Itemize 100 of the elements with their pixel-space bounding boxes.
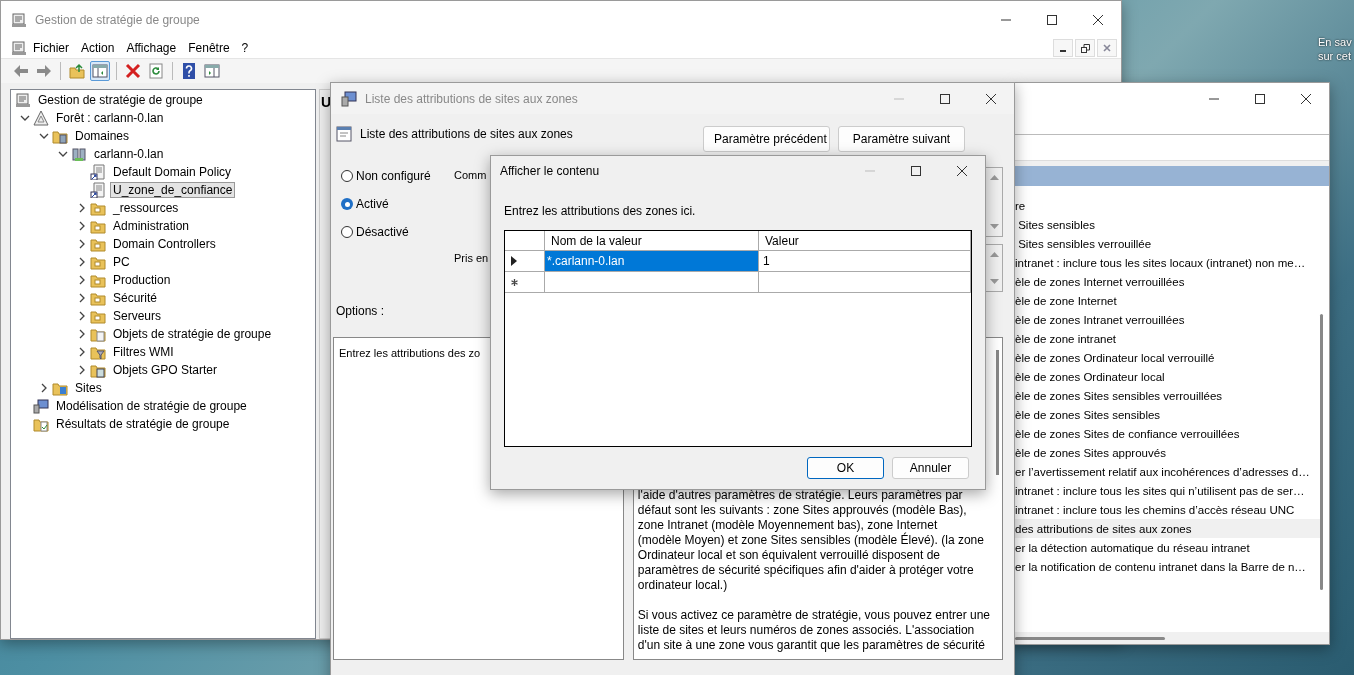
- scroll-up-icon[interactable]: [989, 174, 999, 180]
- cancel-button[interactable]: Annuler: [892, 457, 969, 479]
- scroll-icon: [11, 11, 27, 28]
- menu-item[interactable]: Fenêtre: [182, 41, 236, 55]
- policy-setting[interactable]: er l’avertissement relatif aux incohérences d’adresses d…: [1015, 462, 1321, 481]
- policy-setting[interactable]: re: [1015, 196, 1321, 215]
- chevron-right-icon[interactable]: [77, 221, 87, 231]
- policy-setting[interactable]: èle de zones Internet verrouillées: [1015, 272, 1321, 291]
- policy-setting[interactable]: èle de zones Sites sensibles: [1015, 405, 1321, 424]
- tree-item[interactable]: Objets GPO Starter: [110, 362, 221, 378]
- minimize-button[interactable]: [1053, 39, 1073, 57]
- chevron-right-icon[interactable]: [77, 239, 87, 249]
- folder-icon: [33, 416, 49, 432]
- scroll-icon[interactable]: [11, 40, 27, 56]
- tree-item[interactable]: Domaines: [72, 128, 133, 144]
- menu-item[interactable]: ?: [235, 41, 255, 55]
- tree-item[interactable]: Résultats de stratégie de groupe: [53, 416, 233, 432]
- chevron-down-icon[interactable]: [58, 149, 68, 159]
- table-cell[interactable]: [545, 272, 759, 293]
- chevron-right-icon[interactable]: [39, 383, 49, 393]
- radio-button[interactable]: [341, 170, 353, 182]
- back-arrow-icon: [13, 63, 29, 79]
- policy-setting[interactable]: èle de zones Sites sensibles verrouillées: [1015, 386, 1321, 405]
- tree-item[interactable]: Filtres WMI: [110, 344, 177, 360]
- folder-up-button[interactable]: [67, 61, 87, 81]
- tree-item[interactable]: Sécurité: [110, 290, 161, 306]
- scroll-up-icon[interactable]: [989, 251, 999, 257]
- policy-setting[interactable]: èle de zones Ordinateur local: [1015, 367, 1321, 386]
- ok-button[interactable]: OK: [807, 457, 884, 479]
- pane-button[interactable]: [90, 61, 110, 81]
- tree-item[interactable]: Default Domain Policy: [110, 164, 235, 180]
- radio-button[interactable]: [341, 198, 353, 210]
- delete-button[interactable]: [123, 61, 143, 81]
- folder-icon: [90, 200, 106, 216]
- policy-setting[interactable]: èle de zones Ordinateur local verrouillé: [1015, 348, 1321, 367]
- policy-setting[interactable]: intranet : inclure tous les sites locaux (intranet) non me…: [1015, 253, 1321, 272]
- tree-item[interactable]: Domain Controllers: [110, 236, 219, 252]
- scrollbar[interactable]: [1320, 314, 1323, 590]
- settings-window-icon: [336, 126, 352, 142]
- scrollbar[interactable]: [996, 350, 999, 475]
- chevron-right-icon[interactable]: [77, 347, 87, 357]
- radio-button[interactable]: [341, 226, 353, 238]
- chevron-right-icon[interactable]: [77, 329, 87, 339]
- tree-item[interactable]: Sites: [72, 380, 105, 396]
- chevron-down-icon[interactable]: [39, 131, 49, 141]
- tree-item[interactable]: carlann-0.lan: [91, 146, 167, 162]
- tree-item[interactable]: U_zone_de_confiance: [110, 182, 236, 198]
- tree-item[interactable]: PC: [110, 254, 133, 270]
- policy-setting[interactable]: intranet : inclure tous les sites qui n’utilisent pas de ser…: [1015, 481, 1321, 500]
- policy-setting[interactable]: èle de zone Internet: [1015, 291, 1321, 310]
- table-cell[interactable]: *.carlann-0.lan: [545, 251, 759, 272]
- tree-item[interactable]: Modélisation de stratégie de groupe: [53, 398, 250, 414]
- tree-item[interactable]: Production: [110, 272, 174, 288]
- tree-item[interactable]: Forêt : carlann-0.lan: [53, 110, 167, 126]
- menu-item[interactable]: Fichier: [27, 41, 75, 55]
- menu-item[interactable]: Affichage: [120, 41, 183, 55]
- tree-item[interactable]: _ressources: [110, 200, 182, 216]
- value-grid[interactable]: Nom de la valeur Valeur *.carlann-0.lan 1: [504, 230, 972, 447]
- menu-item[interactable]: Action: [75, 41, 121, 55]
- radio-label[interactable]: Activé: [356, 197, 389, 211]
- chevron-right-icon[interactable]: [77, 365, 87, 375]
- scrollbar[interactable]: [1015, 636, 1165, 640]
- nav-button[interactable]: Paramètre précédent: [703, 126, 830, 152]
- close-icon: [1301, 93, 1311, 104]
- tree-item[interactable]: Objets de stratégie de groupe: [110, 326, 275, 342]
- policy-setting[interactable]: intranet : inclure tous les chemins d’accès réseau UNC: [1015, 500, 1321, 519]
- nav-button[interactable]: Paramètre suivant: [838, 126, 965, 152]
- scroll-down-icon[interactable]: [989, 279, 999, 285]
- radio-label[interactable]: Non configuré: [356, 169, 431, 183]
- chevron-right-icon[interactable]: [77, 257, 87, 267]
- chevron-right-icon[interactable]: [77, 203, 87, 213]
- restore-button[interactable]: [1075, 39, 1095, 57]
- policy-setting[interactable]: er la détection automatique du réseau intranet: [1015, 538, 1321, 557]
- chevron-right-icon[interactable]: [77, 293, 87, 303]
- policy-setting[interactable]: des attributions de sites aux zones: [1015, 519, 1321, 538]
- table-cell[interactable]: [759, 272, 971, 293]
- tree-item[interactable]: Gestion de stratégie de groupe: [35, 92, 206, 108]
- tree-item[interactable]: Serveurs: [110, 308, 165, 324]
- scroll-down-icon[interactable]: [989, 224, 999, 230]
- policy-setting[interactable]: èle de zones Sites de confiance verrouillées: [1015, 424, 1321, 443]
- document-icon: [90, 164, 106, 180]
- policy-setting[interactable]: èle de zones Sites approuvés: [1015, 443, 1321, 462]
- chevron-right-icon[interactable]: [77, 275, 87, 285]
- window-title: Liste des attributions de sites aux zones: [364, 91, 579, 106]
- computer-icon: [33, 398, 49, 414]
- chevron-down-icon[interactable]: [20, 113, 30, 123]
- field-label: Comm: [454, 168, 487, 181]
- column-header[interactable]: Valeur: [759, 231, 971, 251]
- tree-item[interactable]: Administration: [110, 218, 193, 234]
- policy-setting[interactable]: er la notification de contenu intranet dans la Barre de n…: [1015, 557, 1321, 576]
- policy-setting[interactable]: Sites sensibles: [1015, 215, 1321, 234]
- policy-setting[interactable]: èle de zone intranet: [1015, 329, 1321, 348]
- radio-label[interactable]: Désactivé: [356, 225, 409, 239]
- maximize-icon: [1047, 14, 1057, 25]
- pane-icon: [92, 63, 108, 79]
- refresh-button[interactable]: [146, 61, 166, 81]
- policy-setting[interactable]: èle de zones Intranet verrouillées: [1015, 310, 1321, 329]
- policy-setting[interactable]: Sites sensibles verrouillée: [1015, 234, 1321, 253]
- chevron-right-icon[interactable]: [77, 311, 87, 321]
- table-cell[interactable]: 1: [759, 251, 971, 272]
